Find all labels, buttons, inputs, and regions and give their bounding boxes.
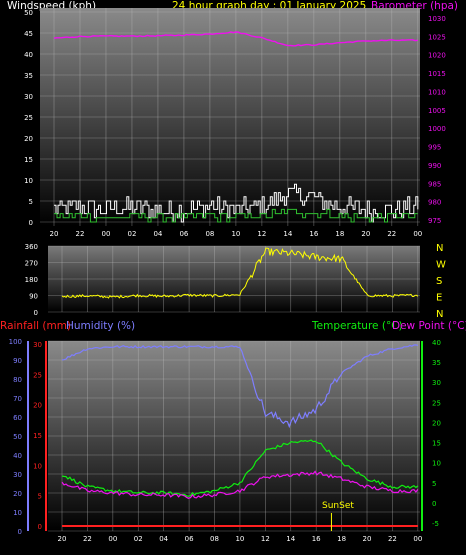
time-tick-label: 20 — [361, 230, 370, 238]
time-tick-label: 00 — [102, 230, 111, 238]
wind-tick-label: 0 — [29, 219, 33, 227]
humidity-tick-label: 0 — [18, 528, 22, 536]
time-tick-label: 20 — [58, 535, 67, 543]
temperature-tick-label: 30 — [432, 379, 441, 387]
wind-tick-label: 40 — [24, 51, 33, 59]
time-tick-label: 14 — [286, 535, 295, 543]
wind-tick-label: 5 — [29, 198, 33, 206]
barometer-tick-label: 975 — [428, 217, 441, 225]
wind-tick-label: 20 — [24, 135, 33, 143]
barometer-tick-label: 1010 — [428, 88, 446, 96]
wind-tick-label: 30 — [24, 93, 33, 101]
compass-label: W — [436, 260, 446, 271]
temperature-tick-label: 20 — [432, 419, 441, 427]
time-tick-label: 12 — [261, 535, 270, 543]
time-tick-label: 04 — [159, 535, 168, 543]
time-tick-label: 22 — [388, 535, 397, 543]
barometer-tick-label: 1000 — [428, 125, 446, 133]
time-tick-label: 00 — [413, 230, 422, 238]
temperature-tick-label: 35 — [432, 359, 441, 367]
direction-tick-label: 360 — [25, 243, 38, 251]
humidity-tick-label: 30 — [13, 471, 22, 479]
wind-tick-label: 15 — [24, 156, 33, 164]
wind-tick-label: 25 — [24, 114, 33, 122]
direction-tick-label: 270 — [25, 260, 38, 268]
humidity-tick-label: 90 — [13, 357, 22, 365]
time-tick-label: 06 — [185, 535, 194, 543]
time-tick-label: 20 — [363, 535, 372, 543]
time-tick-label: 20 — [50, 230, 59, 238]
time-tick-label: 08 — [205, 230, 214, 238]
wind-tick-label: 10 — [24, 177, 33, 185]
barometer-tick-label: 1005 — [428, 107, 446, 115]
barometer-tick-label: 995 — [428, 144, 441, 152]
rainfall-tick-label: 10 — [33, 462, 42, 470]
compass-label: S — [436, 276, 442, 287]
rainfall-tick-label: 5 — [38, 493, 42, 501]
rainfall-tick-label: 20 — [33, 402, 42, 410]
humidity-tick-label: 80 — [13, 376, 22, 384]
time-tick-label: 02 — [127, 230, 136, 238]
temperature-tick-label: 15 — [432, 440, 441, 448]
time-tick-label: 10 — [231, 230, 240, 238]
time-tick-label: 22 — [76, 230, 85, 238]
humidity-tick-label: 100 — [9, 338, 22, 346]
humidity-tick-label: 20 — [13, 490, 22, 498]
time-tick-label: 18 — [335, 230, 344, 238]
barometer-tick-label: 1025 — [428, 33, 446, 41]
temperature-tick-label: 5 — [432, 480, 436, 488]
time-tick-label: 06 — [179, 230, 188, 238]
time-tick-label: 08 — [210, 535, 219, 543]
wind-tick-label: 35 — [24, 72, 33, 80]
rainfall-tick-label: 25 — [33, 371, 42, 379]
humidity-tick-label: 70 — [13, 395, 22, 403]
temperature-tick-label: 10 — [432, 460, 441, 468]
compass-label: N — [436, 309, 443, 320]
time-tick-label: 16 — [312, 535, 321, 543]
time-tick-label: 04 — [153, 230, 162, 238]
compass-label: E — [436, 293, 442, 304]
time-tick-label: 22 — [83, 535, 92, 543]
time-tick-label: 22 — [387, 230, 396, 238]
rainfall-tick-label: 30 — [33, 341, 42, 349]
weather-graph: 20 22 00 02 04 06 08 10 12 14 16 18 20 22 0020 22 00 02 04… — [9, 8, 446, 543]
direction-tick-label: 0 — [34, 309, 38, 317]
rainfall-tick-label: 0 — [38, 523, 42, 531]
temperature-tick-label: 25 — [432, 399, 441, 407]
time-tick-label: 00 — [413, 535, 422, 543]
humidity-tick-label: 50 — [13, 433, 22, 441]
time-tick-label: 14 — [283, 230, 292, 238]
wind-tick-label: 45 — [24, 30, 33, 38]
direction-tick-label: 90 — [29, 293, 38, 301]
temperature-tick-label: 0 — [432, 500, 436, 508]
barometer-tick-label: 1030 — [428, 15, 446, 23]
humidity-tick-label: 10 — [13, 509, 22, 517]
humidity-tick-label: 60 — [13, 414, 22, 422]
time-tick-label: 18 — [337, 535, 346, 543]
temperature-tick-label: 40 — [432, 339, 441, 347]
time-tick-label: 16 — [309, 230, 318, 238]
time-tick-label: 12 — [257, 230, 266, 238]
wind-tick-label: 50 — [24, 9, 33, 17]
barometer-tick-label: 1020 — [428, 52, 446, 60]
barometer-tick-label: 985 — [428, 180, 441, 188]
compass-label: N — [436, 243, 443, 254]
rainfall-tick-label: 15 — [33, 432, 42, 440]
time-tick-label: 02 — [134, 535, 143, 543]
direction-tick-label: 180 — [25, 276, 38, 284]
sunset-label: SunSet — [322, 501, 354, 511]
time-tick-label: 00 — [108, 535, 117, 543]
barometer-tick-label: 990 — [428, 162, 441, 170]
barometer-tick-label: 1015 — [428, 70, 446, 78]
time-tick-label: 10 — [235, 535, 244, 543]
barometer-tick-label: 980 — [428, 199, 441, 207]
humidity-tick-label: 40 — [13, 452, 22, 460]
temperature-tick-label: -5 — [432, 520, 439, 528]
